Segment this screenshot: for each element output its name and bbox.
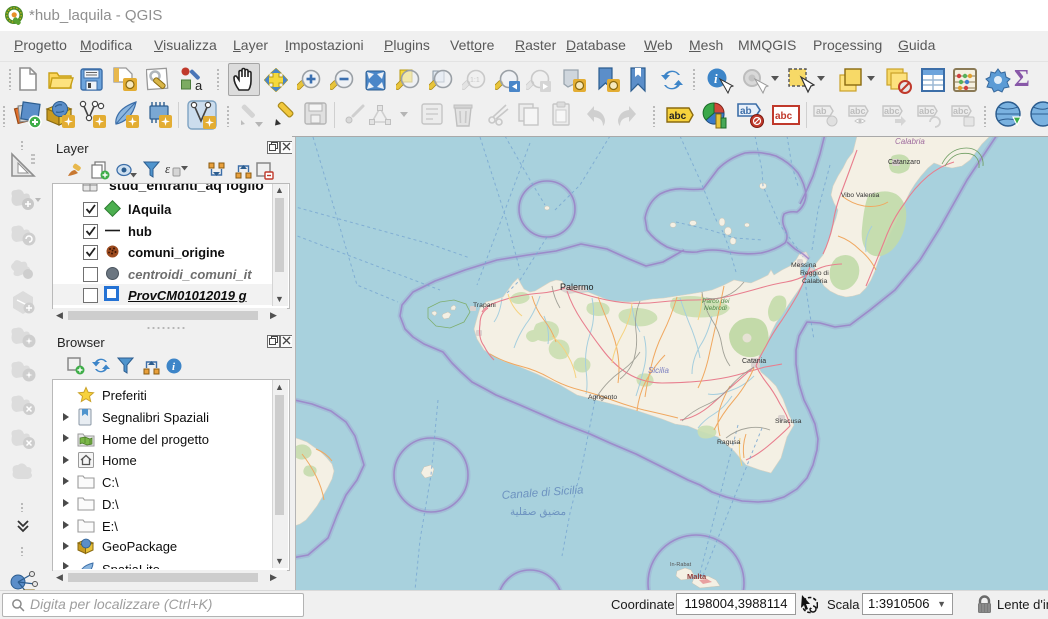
svg-text:Calabria: Calabria [895, 137, 925, 146]
svg-text:abc: abc [775, 111, 793, 122]
svg-text:abc: abc [850, 106, 866, 116]
svg-text:i: i [714, 71, 718, 86]
svg-text:ε: ε [165, 161, 171, 176]
svg-text:abc: abc [884, 106, 900, 116]
svg-text:Messina: Messina [791, 262, 817, 269]
svg-text:ab: ab [816, 106, 827, 116]
svg-text:a: a [195, 78, 203, 92]
svg-text:Calabria: Calabria [802, 278, 828, 285]
svg-text:Nebrodi: Nebrodi [704, 305, 727, 312]
svg-text:Vibo Valentia: Vibo Valentia [841, 192, 880, 199]
svg-text:Sicilia: Sicilia [648, 366, 669, 375]
svg-text:Malta: Malta [687, 572, 707, 581]
svg-text:ab: ab [740, 106, 752, 117]
svg-text:Agrigento: Agrigento [588, 394, 617, 401]
svg-text:In-Rabat: In-Rabat [670, 562, 692, 568]
svg-text:Trapani: Trapani [473, 302, 496, 309]
svg-text:مضيق صقلية: مضيق صقلية [510, 506, 566, 518]
svg-text:Ragusa: Ragusa [717, 439, 741, 446]
svg-text:abc: abc [953, 106, 969, 116]
svg-text:1:1: 1:1 [470, 77, 480, 84]
svg-text:abc: abc [669, 111, 687, 122]
svg-text:Reggio di: Reggio di [800, 270, 829, 277]
svg-text:abc: abc [919, 106, 935, 116]
svg-text:Palermo: Palermo [560, 282, 594, 292]
svg-text:Siracusa: Siracusa [775, 418, 802, 425]
svg-text:Catania: Catania [742, 358, 766, 365]
svg-text:Parco dei: Parco dei [702, 298, 730, 305]
svg-text:Catanzaro: Catanzaro [888, 159, 920, 166]
